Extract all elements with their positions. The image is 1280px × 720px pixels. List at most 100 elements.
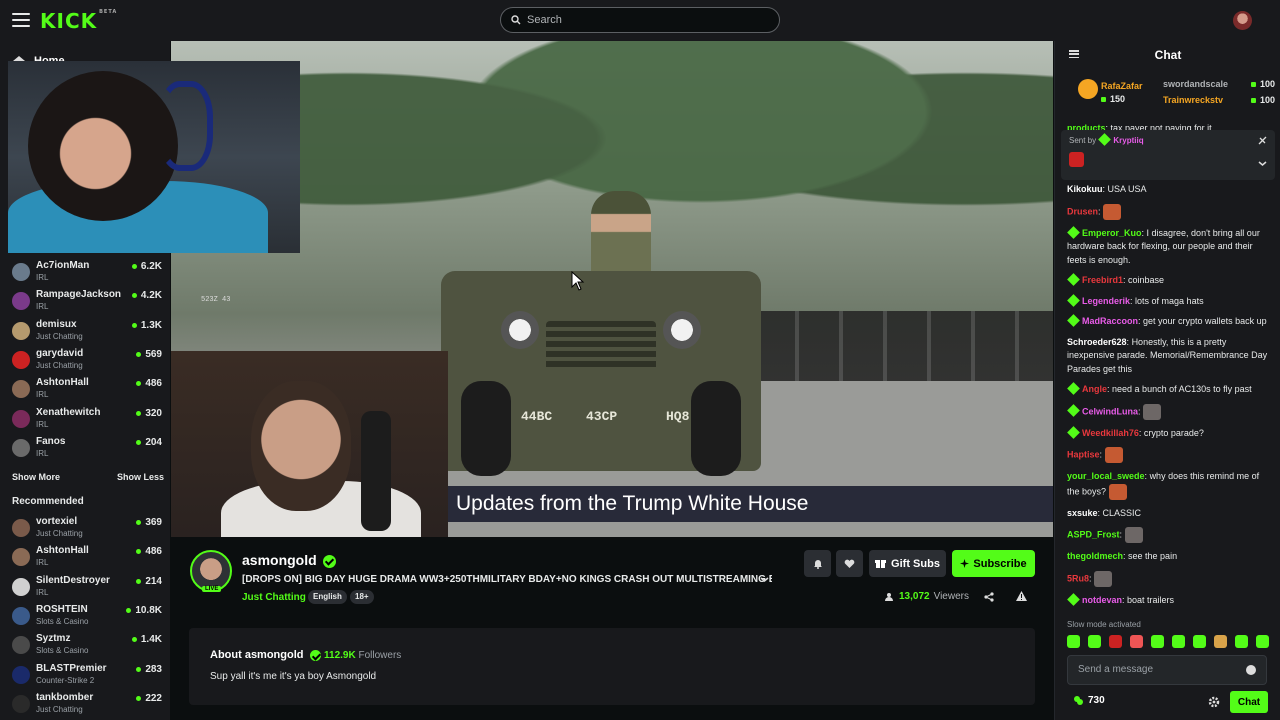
report-icon[interactable] (1016, 591, 1027, 601)
chat-input[interactable]: Send a message (1067, 655, 1267, 685)
follow-button[interactable] (836, 550, 863, 577)
gifter-name[interactable]: RafaZafar (1101, 81, 1143, 91)
emoji-icon[interactable] (1246, 665, 1256, 675)
chat-username[interactable]: Emperor_Kuo (1082, 228, 1142, 238)
chat-username[interactable]: 5Ru8 (1067, 573, 1089, 583)
emote-icon[interactable] (1067, 635, 1080, 648)
profile-avatar[interactable] (1233, 11, 1252, 30)
chat-username[interactable]: Weedkillah76 (1082, 428, 1139, 438)
chat-username[interactable]: Kikokuu (1067, 184, 1103, 194)
sidebar-channel-xenathewitch[interactable]: Xenathewitch IRL 320 (12, 406, 162, 434)
emote-icon[interactable] (1214, 635, 1227, 648)
channel-text: garydavid Just Chatting (36, 347, 136, 371)
sidebar-channel-vortexiel[interactable]: vortexiel Just Chatting 369 (12, 515, 162, 543)
gift-subs-button[interactable]: Gift Subs (869, 550, 946, 577)
collapse-chat-icon[interactable] (1069, 50, 1079, 58)
live-dot-icon (136, 666, 142, 672)
category-link[interactable]: Just Chatting (242, 592, 306, 603)
chevron-down-icon[interactable] (760, 575, 769, 584)
emote-icon[interactable] (1151, 635, 1164, 648)
gifter-name[interactable]: swordandscale (1163, 79, 1228, 89)
gifter-amount: 100 (1251, 79, 1275, 89)
unpin-icon[interactable] (1258, 136, 1267, 145)
chat-username[interactable]: Legenderik (1082, 296, 1130, 306)
channel-name: AshtonHall (36, 377, 89, 389)
chat-message: Haptise: (1067, 447, 1273, 463)
slow-mode-notice: Slow mode activated (1067, 620, 1141, 629)
chat-username[interactable]: ASPD_Frost (1067, 529, 1120, 539)
viewer-count: 204 (136, 437, 162, 448)
sidebar-channel-fanos[interactable]: Fanos IRL 204 (12, 435, 162, 463)
channel-avatar (12, 409, 30, 428)
chat-send-button[interactable]: Chat (1230, 691, 1268, 713)
show-less-link[interactable]: Show Less (117, 472, 164, 482)
channel-category: IRL (36, 448, 49, 458)
channel-category: Slots & Casino (36, 646, 89, 656)
tag-language[interactable]: English (308, 590, 347, 604)
sidebar-channel-blastpremier[interactable]: BLASTPremier Counter-Strike 2 283 (12, 662, 162, 690)
emote-icon[interactable] (1193, 635, 1206, 648)
chat-username[interactable]: MadRaccoon (1082, 316, 1138, 326)
chevron-down-icon[interactable] (1258, 159, 1267, 168)
viewer-count: 1.4K (131, 634, 162, 645)
chat-username[interactable]: sxsuke (1067, 508, 1098, 518)
gifter-amount: 100 (1251, 95, 1275, 105)
search-input[interactable]: Search (500, 7, 780, 33)
chat-username[interactable]: thegoldmech (1067, 551, 1123, 561)
share-icon[interactable] (984, 592, 994, 602)
tag-mature[interactable]: 18+ (350, 590, 374, 604)
gifter-name[interactable]: Trainwreckstv (1163, 95, 1223, 105)
jeep-headlight (501, 311, 539, 349)
sidebar-channel-tankbomber[interactable]: tankbomber Just Chatting 222 (12, 691, 162, 719)
chat-username[interactable]: your_local_swede (1067, 471, 1145, 481)
sidebar-channel-ashtonhall[interactable]: AshtonHall IRL 486 (12, 376, 162, 404)
chat-username[interactable]: Drusen (1067, 206, 1098, 216)
sidebar-channel-syztmz[interactable]: Syztmz Slots & Casino 1.4K (12, 632, 162, 660)
viewer-count: 486 (136, 546, 162, 557)
notifications-button[interactable] (804, 550, 831, 577)
sidebar-channel-silentdestroyer[interactable]: SilentDestroyer IRL 214 (12, 574, 162, 602)
channel-name[interactable]: asmongold (242, 552, 336, 568)
emote-icon[interactable] (1088, 635, 1101, 648)
stream-title: [DROPS ON] BIG DAY HUGE DRAMA WW3+250THM… (242, 574, 772, 585)
kick-logo[interactable]: KICK BETA (40, 9, 117, 33)
jeep-headlight (663, 311, 701, 349)
live-dot-icon (136, 439, 142, 445)
emote-icon[interactable] (1256, 635, 1269, 648)
chat-text: see the pain (1128, 551, 1178, 561)
chat-message: your_local_swede: why does this remind m… (1067, 470, 1273, 500)
chat-username[interactable]: Haptise (1067, 449, 1100, 459)
menu-icon[interactable] (12, 13, 30, 27)
sidebar-channel-ashtonhall[interactable]: AshtonHall IRL 486 (12, 544, 162, 572)
channel-points[interactable]: 730 (1073, 695, 1105, 706)
sidebar-channel-roshtein[interactable]: ROSHTEIN Slots & Casino 10.8K (12, 603, 162, 631)
jeep-plate: HQ8 (666, 409, 690, 424)
channel-name: vortexiel (36, 516, 78, 527)
emote-bar (1067, 635, 1269, 648)
emote-icon[interactable] (1172, 635, 1185, 648)
show-more-link[interactable]: Show More (12, 472, 60, 482)
pinned-sent-by: Sent by Kryptiiq (1069, 133, 1144, 146)
chat-username[interactable]: Freebird1 (1082, 275, 1123, 285)
chat-username[interactable]: notdevan (1082, 595, 1122, 605)
chat-username[interactable]: Angle (1082, 384, 1107, 394)
followers-count: 112.9K Followers (324, 650, 401, 661)
chat-username[interactable]: Schroeder628 (1067, 337, 1127, 347)
sidebar-channel-garydavid[interactable]: garydavid Just Chatting 569 (12, 347, 162, 375)
emote-icon[interactable] (1235, 635, 1248, 648)
subscribe-label: Subscribe (973, 557, 1027, 570)
subscribe-button[interactable]: Subscribe (952, 550, 1035, 577)
emote-icon[interactable] (1109, 635, 1122, 648)
sidebar-channel-demisux[interactable]: demisux Just Chatting 1.3K (12, 318, 162, 346)
sidebar-channel-ac7ionman[interactable]: Ac7ionMan IRL 6.2K (12, 259, 162, 287)
channel-text: Fanos IRL (36, 435, 136, 459)
chat-text: CLASSIC (1102, 507, 1142, 518)
pinned-user[interactable]: Kryptiiq (1113, 136, 1143, 145)
webcam-overlay-top (8, 61, 300, 253)
emote-icon[interactable] (1130, 635, 1143, 648)
channel-text: demisux Just Chatting (36, 318, 132, 342)
chat-username[interactable]: CelwindLuna (1082, 406, 1138, 416)
channel-avatar (12, 548, 30, 567)
sidebar-channel-rampagejackson[interactable]: RampageJackson IRL 4.2K (12, 288, 162, 316)
gear-icon[interactable] (1207, 695, 1221, 709)
